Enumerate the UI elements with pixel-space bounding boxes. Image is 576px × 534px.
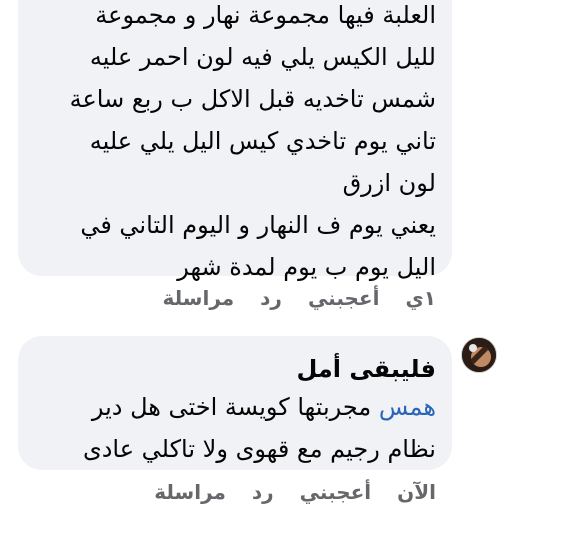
- reply-button[interactable]: رد: [252, 480, 274, 504]
- avatar[interactable]: [461, 337, 497, 373]
- comment-actions: الآن أعجبني رد مراسلة: [154, 480, 436, 504]
- comment-bubble: فليبقى أمل همس مجربتها كويسة اختى هل دير…: [18, 336, 452, 470]
- comment-text-line: اليل يوم ب يوم لمدة شهر: [177, 253, 436, 281]
- comment-text-line: لليل الكيس يلي فيه لون احمر عليه: [89, 43, 436, 71]
- comment-text-line: العلبة فيها مجموعة نهار و مجموعة: [95, 1, 436, 29]
- comment-text-line: يعني يوم ف النهار و اليوم التاني في: [80, 211, 436, 239]
- message-button[interactable]: مراسلة: [154, 480, 226, 504]
- comment-timestamp[interactable]: الآن: [397, 480, 436, 504]
- comment-text: مجربتها كويسة اختى هل دير: [91, 393, 379, 421]
- comment-actions: ١ي أعجبني رد مراسلة: [163, 286, 436, 310]
- reply-button[interactable]: رد: [260, 286, 282, 310]
- mention-link[interactable]: همس: [379, 393, 436, 421]
- avatar-image: [462, 338, 496, 372]
- message-button[interactable]: مراسلة: [163, 286, 235, 310]
- comment-author[interactable]: فليبقى أمل: [34, 352, 436, 386]
- comment-text-line: همس مجربتها كويسة اختى هل دير: [34, 386, 436, 428]
- comment-text-line: لون ازرق: [342, 169, 436, 197]
- comment-text-line: تاني يوم تاخدي كيس اليل يلي عليه: [89, 127, 436, 155]
- comment-text-line: شمس تاخديه قبل الاكل ب ربع ساعة: [69, 85, 436, 113]
- comment-bubble: العلبة فيها مجموعة نهار و مجموعة لليل ال…: [18, 0, 452, 281]
- comment-timestamp[interactable]: ١ي: [405, 286, 436, 310]
- like-button[interactable]: أعجبني: [300, 480, 372, 504]
- like-button[interactable]: أعجبني: [308, 286, 380, 310]
- comment-text-line: نظام رجيم مع قهوى ولا تاكلي عادى: [82, 435, 436, 463]
